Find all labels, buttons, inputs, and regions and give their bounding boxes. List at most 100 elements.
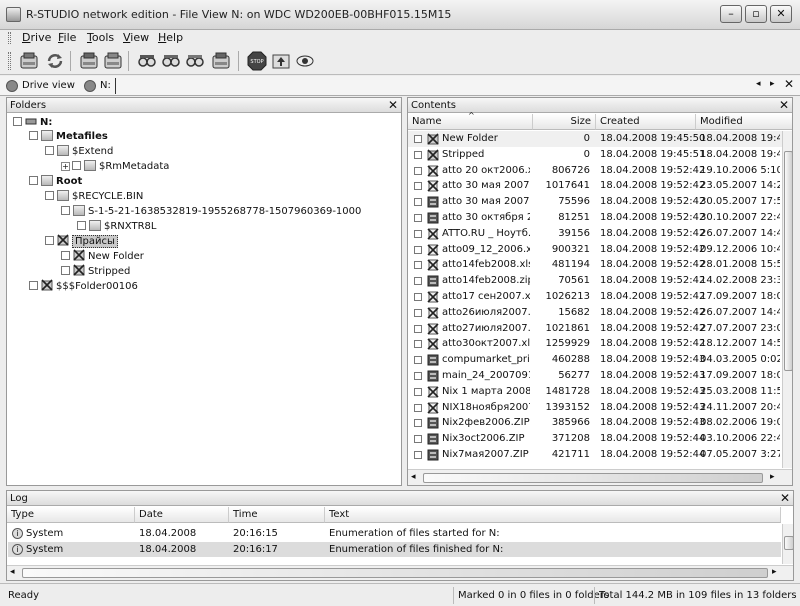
tree-node[interactable]: Stripped [61, 264, 130, 279]
log-hscroll-right-button[interactable]: ▸ [772, 567, 777, 577]
file-row[interactable]: atto27июля2007.xls 1021861 18.04.2008 19:5… [408, 321, 782, 337]
tree-checkbox[interactable] [29, 176, 38, 185]
file-row[interactable]: Stripped 0 18.04.2008 19:45:51 18.04.2008 1… [408, 147, 782, 163]
menu-file[interactable]: File [58, 31, 76, 44]
stop-icon[interactable]: STOP [246, 50, 268, 72]
minimize-button[interactable]: – [720, 5, 742, 23]
mask-icon[interactable] [184, 50, 206, 72]
file-checkbox[interactable] [414, 324, 422, 333]
file-checkbox[interactable] [414, 182, 422, 191]
tab-close-button[interactable]: ✕ [784, 77, 794, 91]
file-checkbox[interactable] [414, 403, 422, 412]
file-checkbox[interactable] [414, 308, 422, 317]
log-horizontal-scrollbar[interactable]: ◂ ▸ [7, 565, 793, 580]
file-checkbox[interactable] [414, 356, 422, 365]
file-checkbox[interactable] [414, 214, 422, 222]
file-row[interactable]: NIX18ноября2007.... 1393152 18.04.2008 19:… [408, 400, 782, 416]
close-window-button[interactable]: ✕ [770, 5, 792, 23]
go-up-icon[interactable] [270, 50, 292, 72]
tree-node[interactable]: $$$Folder00106 [29, 279, 138, 294]
log-vertical-scrollbar[interactable] [782, 524, 793, 564]
file-row[interactable]: atto26июля2007.xls 15682 18.04.2008 19:52:… [408, 305, 782, 321]
tab-scroll-left-button[interactable]: ◂ [756, 79, 761, 89]
file-checkbox[interactable] [414, 150, 422, 159]
file-row[interactable]: atto 30 мая 2007.xls 1017641 18.04.2008 19… [408, 178, 782, 194]
file-row[interactable]: main_24_20070917... 56277 18.04.2008 19:52… [408, 368, 782, 384]
log-hscroll-thumb[interactable] [22, 568, 768, 578]
tree-checkbox[interactable] [29, 281, 38, 290]
file-row[interactable]: atto 30 мая 2007.zip 75596 18.04.2008 19:5… [408, 194, 782, 210]
log-column-text[interactable]: Text [325, 507, 781, 523]
log-hscroll-left-button[interactable]: ◂ [10, 567, 15, 577]
column-size[interactable]: Size [533, 114, 596, 130]
tree-node[interactable]: New Folder [61, 249, 144, 264]
expand-toggle[interactable]: + [61, 162, 70, 171]
file-row[interactable]: atto14feb2008.zip 70561 18.04.2008 19:52:4… [408, 273, 782, 289]
contents-vscroll-thumb[interactable] [784, 151, 792, 371]
tab-current-drive[interactable]: N: [84, 78, 111, 94]
file-checkbox[interactable] [414, 245, 422, 254]
menu-tools[interactable]: Tools [87, 31, 114, 44]
preview-icon[interactable] [294, 50, 316, 72]
search-icon[interactable] [136, 50, 158, 72]
file-row[interactable]: ATTO.RU _ Ноутб... 39156 18.04.2008 19:52:… [408, 226, 782, 242]
tree-checkbox[interactable] [72, 161, 81, 170]
file-checkbox[interactable] [414, 198, 422, 207]
log-column-type[interactable]: Type [7, 507, 135, 523]
file-row[interactable]: atto09_12_2006.xls 900321 18.04.2008 19:52… [408, 242, 782, 258]
file-checkbox[interactable] [414, 435, 422, 444]
tree-checkbox[interactable] [61, 266, 70, 275]
menu-view[interactable]: View [123, 31, 149, 44]
recover-icon[interactable] [210, 50, 232, 72]
log-column-time[interactable]: Time [229, 507, 325, 523]
tree-node[interactable]: $Extend [45, 144, 113, 159]
find-next-icon[interactable] [160, 50, 182, 72]
file-row[interactable]: atto14feb2008.xls 481194 18.04.2008 19:52:… [408, 257, 782, 273]
tree-checkbox[interactable] [45, 236, 54, 245]
tree-node[interactable]: Root [29, 174, 82, 189]
contents-close-button[interactable]: ✕ [779, 98, 789, 112]
tab-drive-view[interactable]: Drive view [6, 78, 75, 94]
file-checkbox[interactable] [414, 387, 422, 396]
file-row[interactable]: compumarket_pri... 460288 18.04.2008 19:52… [408, 352, 782, 368]
tree-node[interactable]: Metafiles [29, 129, 108, 144]
tree-checkbox[interactable] [45, 146, 54, 155]
log-close-button[interactable]: ✕ [780, 491, 790, 505]
hscroll-right-button[interactable]: ▸ [770, 472, 775, 482]
log-column-date[interactable]: Date [135, 507, 229, 523]
log-row[interactable]: i System 18.04.2008 20:16:17 Enumeration of … [8, 542, 781, 557]
tree-checkbox[interactable] [29, 131, 38, 140]
tree-node[interactable]: + $RmMetadata [61, 159, 169, 174]
maximize-button[interactable]: ▫ [745, 5, 767, 23]
menu-drive[interactable]: Drive [22, 31, 51, 44]
tree-node[interactable]: $RECYCLE.BIN [45, 189, 143, 204]
contents-hscroll-thumb[interactable] [423, 473, 763, 483]
file-checkbox[interactable] [414, 293, 422, 301]
hscroll-left-button[interactable]: ◂ [411, 472, 416, 482]
refresh-icon[interactable] [44, 50, 66, 72]
file-checkbox[interactable] [414, 277, 422, 286]
file-checkbox[interactable] [414, 451, 422, 459]
file-row[interactable]: Nix3oct2006.ZIP 371208 18.04.2008 19:52:44… [408, 431, 782, 447]
open-file-icon[interactable] [102, 50, 124, 72]
folders-close-button[interactable]: ✕ [388, 98, 398, 112]
file-row[interactable]: atto 30 октября 20... 81251 18.04.2008 19:… [408, 210, 782, 226]
file-checkbox[interactable] [414, 340, 422, 349]
file-checkbox[interactable] [414, 135, 422, 143]
file-row[interactable]: New Folder 0 18.04.2008 19:45:50 18.04.2008… [408, 131, 782, 147]
file-row[interactable]: Nix 1 марта 2008.... 1481728 18.04.2008 19… [408, 384, 782, 400]
contents-vertical-scrollbar[interactable] [782, 131, 792, 468]
file-checkbox[interactable] [414, 229, 422, 238]
tree-checkbox[interactable] [45, 191, 54, 200]
file-row[interactable]: Nix2фев2006.ZIP 385966 18.04.2008 19:52:43… [408, 415, 782, 431]
file-row[interactable]: Nix7мая2007.ZIP 421711 18.04.2008 19:52:44… [408, 447, 782, 463]
column-modified[interactable]: Modified [696, 114, 792, 130]
tree-checkbox[interactable] [13, 117, 22, 126]
file-row[interactable]: atto17 сен2007.xls 1026213 18.04.2008 19:5… [408, 289, 782, 305]
tab-scroll-right-button[interactable]: ▸ [770, 79, 775, 89]
log-row[interactable]: i System 18.04.2008 20:16:15 Enumeration of … [8, 526, 781, 541]
drive-icon[interactable] [18, 50, 40, 72]
tree-checkbox[interactable] [61, 251, 70, 260]
file-row[interactable]: atto30окт2007.xls 1259929 18.04.2008 19:52… [408, 336, 782, 352]
log-vscroll-thumb[interactable] [784, 536, 793, 550]
